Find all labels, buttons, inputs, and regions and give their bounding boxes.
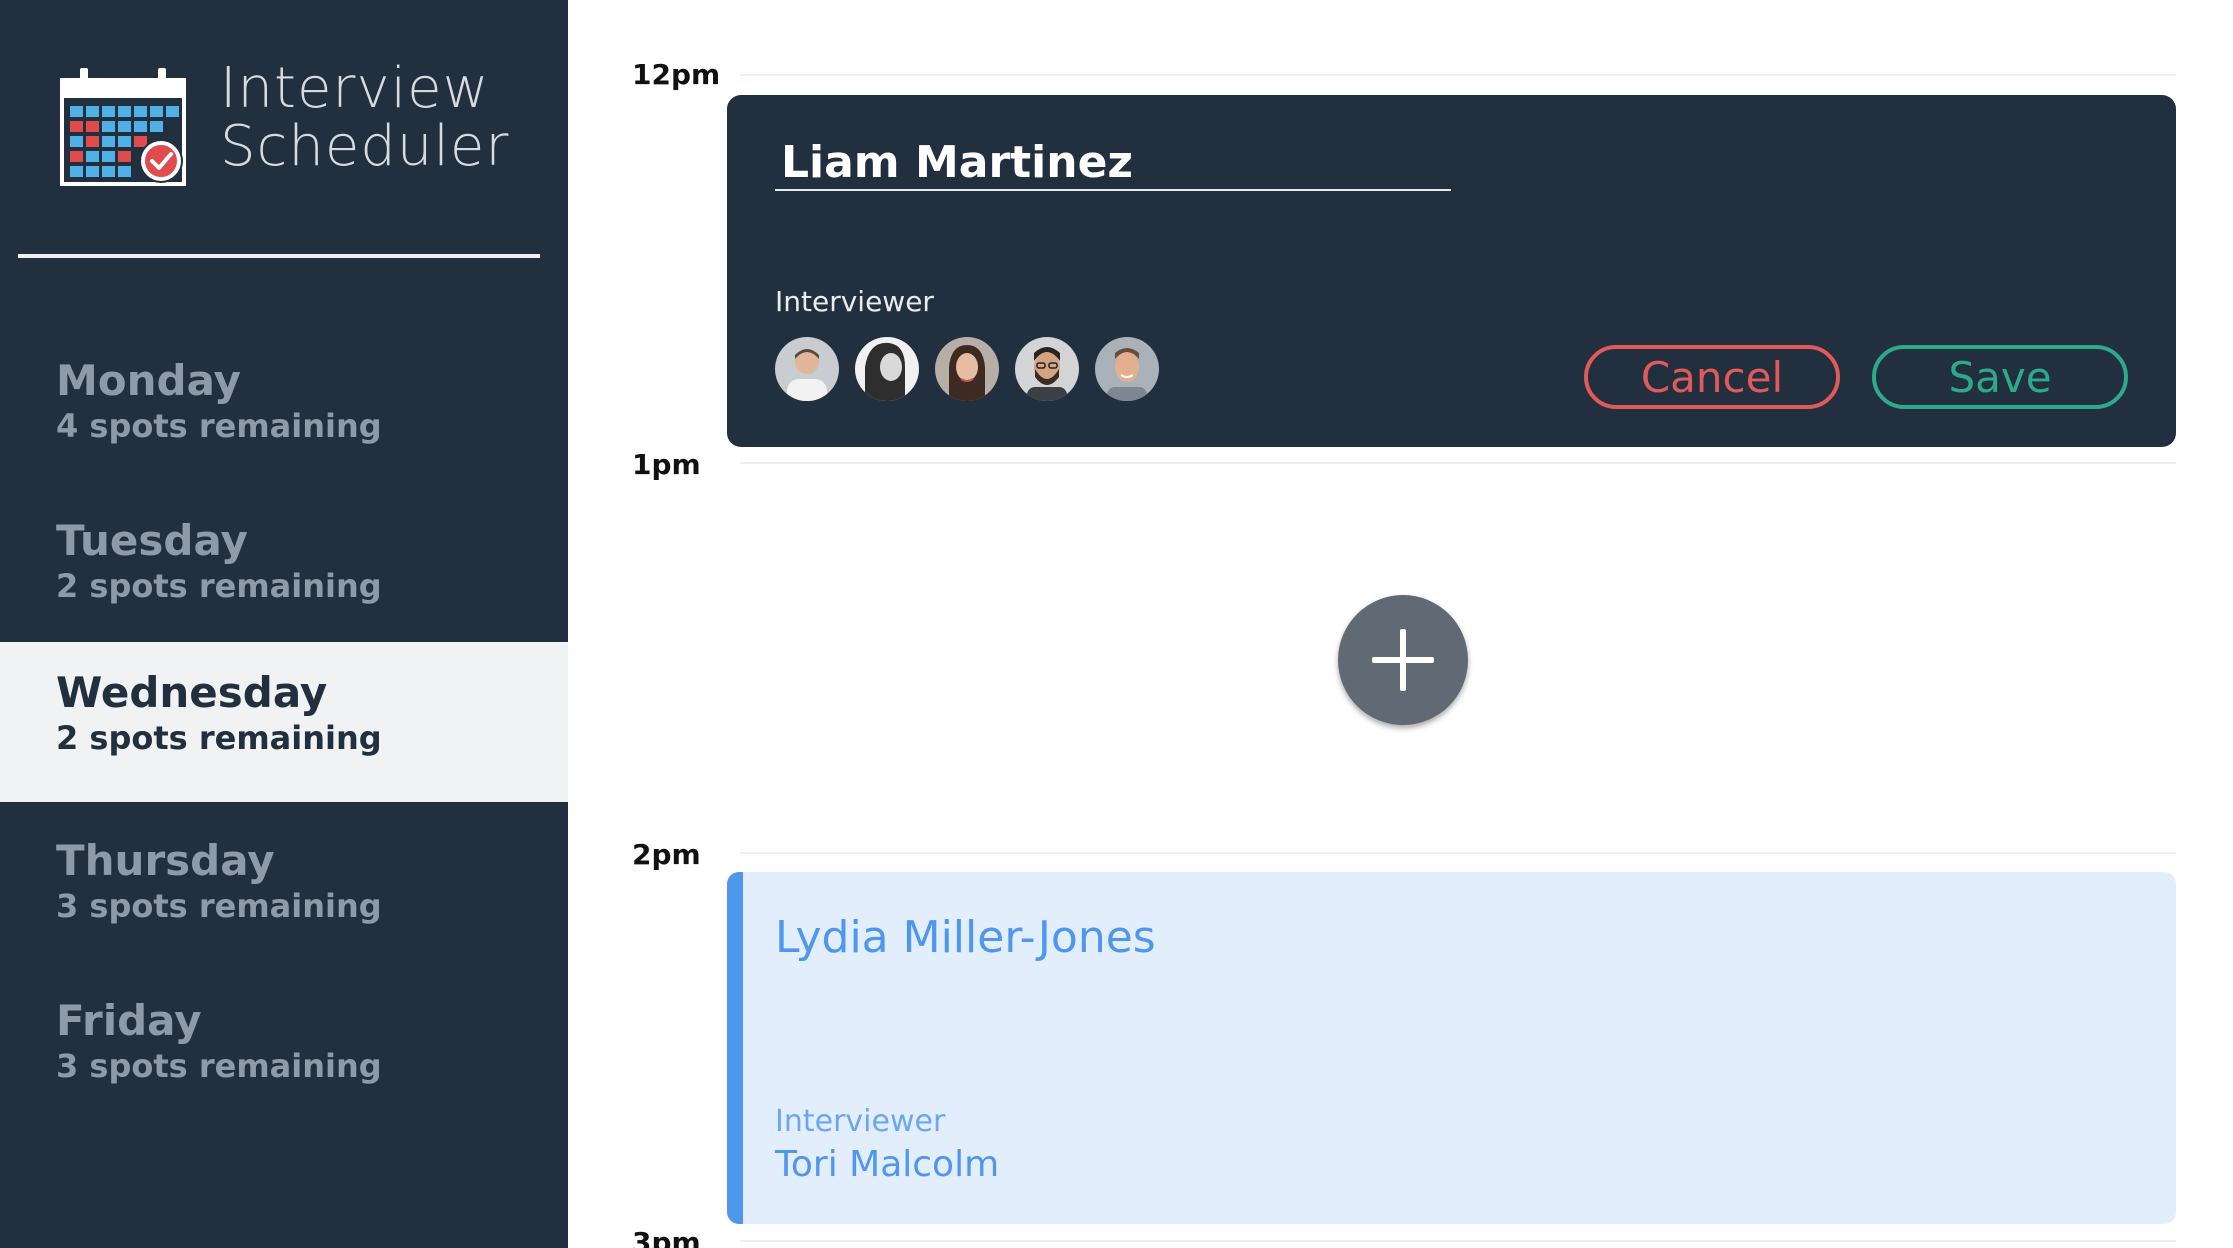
appointment-edit-form: Interviewer Cancel Save	[727, 95, 2176, 447]
day-item-tuesday[interactable]: Tuesday 2 spots remaining	[0, 490, 568, 650]
add-appointment-button[interactable]	[1338, 595, 1468, 725]
day-item-friday[interactable]: Friday 3 spots remaining	[0, 970, 568, 1130]
interviewer-avatar-1[interactable]	[775, 337, 839, 401]
student-name-input[interactable]	[775, 135, 1451, 191]
app-title-line1: Interview	[220, 56, 490, 121]
day-spots: 2 spots remaining	[56, 567, 382, 605]
cancel-button[interactable]: Cancel	[1584, 345, 1840, 409]
interviewer-avatar-3[interactable]	[935, 337, 999, 401]
day-name: Wednesday	[56, 668, 328, 717]
day-name: Thursday	[56, 836, 275, 885]
day-spots: 4 spots remaining	[56, 407, 382, 445]
interviewer-avatar-5[interactable]	[1095, 337, 1159, 401]
day-spots: 2 spots remaining	[56, 719, 382, 757]
day-item-thursday[interactable]: Thursday 3 spots remaining	[0, 810, 568, 970]
day-spots: 3 spots remaining	[56, 887, 382, 925]
interviewer-label: Interviewer	[775, 1104, 946, 1139]
day-item-monday[interactable]: Monday 4 spots remaining	[0, 330, 568, 490]
calendar-logo-icon	[58, 66, 188, 188]
interviewer-avatar-2[interactable]	[855, 337, 919, 401]
appointment-card[interactable]: Lydia Miller-Jones Interviewer Tori Malc…	[727, 872, 2176, 1224]
day-name: Monday	[56, 356, 242, 405]
time-separator	[740, 462, 2176, 464]
time-label-3pm: 3pm	[632, 1226, 701, 1248]
time-separator	[740, 852, 2176, 854]
day-item-wednesday[interactable]: Wednesday 2 spots remaining	[0, 642, 568, 802]
interviewer-label: Interviewer	[775, 285, 934, 318]
app-title: Interview Scheduler	[220, 60, 509, 176]
time-label-12pm: 12pm	[632, 58, 721, 91]
save-button[interactable]: Save	[1872, 345, 2128, 409]
sidebar: Interview Scheduler Monday 4 spots remai…	[0, 0, 568, 1248]
time-separator	[740, 1240, 2176, 1242]
time-separator	[740, 74, 2176, 76]
plus-icon	[1372, 629, 1434, 691]
student-name: Lydia Miller-Jones	[775, 912, 1156, 963]
app-title-line2: Scheduler	[220, 114, 510, 179]
sidebar-divider	[18, 254, 540, 258]
day-spots: 3 spots remaining	[56, 1047, 382, 1085]
time-label-1pm: 1pm	[632, 448, 701, 481]
interviewer-avatar-4[interactable]	[1015, 337, 1079, 401]
day-name: Tuesday	[56, 516, 248, 565]
time-label-2pm: 2pm	[632, 838, 701, 871]
interviewer-name: Tori Malcolm	[775, 1144, 1000, 1185]
interviewer-list	[775, 337, 1159, 401]
day-name: Friday	[56, 996, 202, 1045]
